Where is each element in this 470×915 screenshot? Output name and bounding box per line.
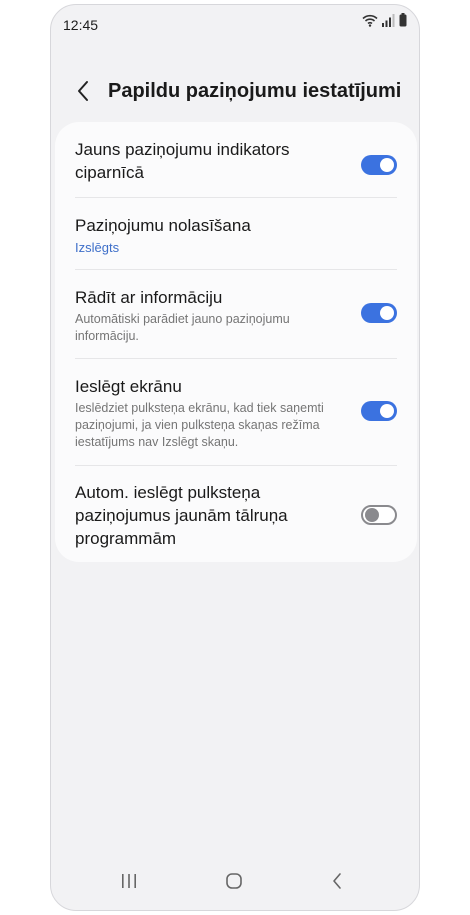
toggle-knob (380, 404, 394, 418)
page-title: Papildu paziņojumu iestatījumi (108, 80, 402, 102)
chevron-left-icon (76, 80, 90, 107)
setting-title: Jauns paziņojumu indikators ciparnīcā (75, 140, 290, 182)
divider (75, 465, 397, 466)
status-icons (362, 13, 407, 32)
wifi-icon (362, 14, 378, 32)
toggle-switch[interactable] (361, 303, 397, 323)
settings-card: Jauns paziņojumu indikators ciparnīcā Pa… (55, 122, 417, 562)
setting-description: Automātiski parādiet jauno paziņojumu in… (75, 312, 290, 343)
divider (75, 197, 397, 198)
phone-screen: 12:45 Papildu paziņojumu iestatījumi Jau… (50, 4, 420, 911)
setting-title: Ieslēgt ekrānu (75, 377, 182, 396)
back-button[interactable] (69, 77, 97, 109)
toggle-switch[interactable] (361, 155, 397, 175)
setting-title: Rādīt ar informāciju (75, 288, 223, 307)
setting-show-with-info[interactable]: Rādīt ar informāciju Automātiski parādie… (75, 286, 397, 346)
toggle-switch[interactable] (361, 401, 397, 421)
toggle-knob (380, 306, 394, 320)
toggle-knob (365, 508, 379, 522)
nav-back-button[interactable] (317, 868, 357, 898)
toggle-knob (380, 158, 394, 172)
setting-title: Paziņojumu nolasīšana (75, 216, 251, 235)
nav-back-icon (331, 872, 343, 895)
setting-new-notification-indicator[interactable]: Jauns paziņojumu indikators ciparnīcā (75, 138, 397, 188)
toggle-switch[interactable] (361, 505, 397, 525)
divider (75, 358, 397, 359)
setting-status: Izslēgts (75, 240, 120, 255)
setting-description: Ieslēdziet pulksteņa ekrānu, kad tiek sa… (75, 401, 324, 449)
navigation-bar (51, 858, 419, 910)
signal-icon (382, 14, 395, 32)
status-bar: 12:45 (51, 5, 419, 45)
battery-icon (399, 13, 407, 32)
setting-turn-on-screen[interactable]: Ieslēgt ekrānu Ieslēdziet pulksteņa ekrā… (75, 375, 397, 451)
setting-auto-enable-watch-notifications[interactable]: Autom. ieslēgt pulksteņa paziņojumus jau… (75, 481, 397, 551)
setting-title: Autom. ieslēgt pulksteņa paziņojumus jau… (75, 483, 288, 548)
home-button[interactable] (214, 868, 254, 898)
divider (75, 269, 397, 270)
recents-button[interactable] (109, 868, 149, 898)
setting-notification-reading[interactable]: Paziņojumu nolasīšana Izslēgts (75, 214, 397, 258)
status-time: 12:45 (63, 17, 99, 33)
home-icon (225, 872, 243, 895)
header: Papildu paziņojumu iestatījumi (51, 73, 419, 113)
recents-icon (120, 873, 138, 894)
